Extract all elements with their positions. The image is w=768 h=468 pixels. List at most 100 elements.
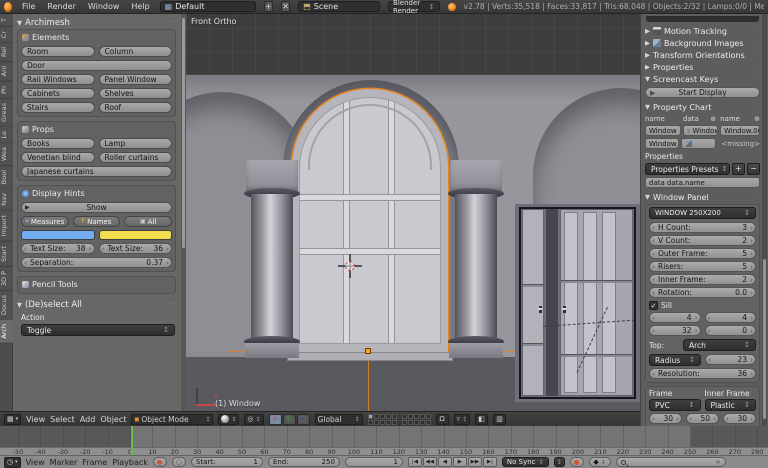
arched-window-object[interactable] (292, 89, 448, 355)
layer-cell[interactable] (414, 420, 419, 425)
menu-help[interactable]: Help (129, 2, 151, 11)
risers-field[interactable]: ‹Risers:5› (649, 261, 756, 272)
timeline-menu-view[interactable]: View (26, 458, 45, 467)
menu-window[interactable]: Window (86, 2, 122, 11)
names-color-swatch[interactable] (99, 230, 173, 240)
value-field[interactable]: ‹30› (723, 413, 756, 424)
frame-end-field[interactable]: End: 250 (268, 457, 340, 467)
play-button[interactable]: ▶ (453, 457, 467, 467)
sill-y-field[interactable]: ‹4› (705, 312, 757, 323)
layer-cell[interactable] (380, 414, 385, 419)
chart-data-field[interactable]: ▿ Window... (683, 125, 718, 136)
properties-presets-dropdown[interactable]: Properties Presets ↕ (645, 163, 730, 175)
roof-button[interactable]: Roof (99, 102, 173, 113)
timeline-ruler[interactable]: -50-40-30-20-100102030405060708090100110… (0, 426, 768, 455)
measures-toggle[interactable]: ⌗ Measures (21, 216, 69, 227)
text-size-left-field[interactable]: ‹ Text Size: 38 › (21, 243, 95, 254)
motion-tracking-panel-header[interactable]: ▶ Motion Tracking ·· (645, 25, 760, 37)
viewport-menu-select[interactable]: Select (50, 415, 75, 424)
toolshelf-tab-start[interactable]: Start (0, 242, 13, 267)
layer-cell[interactable] (374, 414, 379, 419)
start-display-button[interactable]: ▶ Start Display (645, 87, 760, 98)
chart-data-field[interactable] (681, 138, 717, 149)
column-right[interactable] (448, 160, 504, 358)
blender-logo-icon[interactable] (4, 2, 12, 12)
chart-name2-field[interactable]: Window.002 (720, 125, 760, 136)
deselect-panel-header[interactable]: ▼ (De)select All ···· (13, 298, 181, 311)
show-button[interactable]: ▶ Show (21, 202, 172, 213)
opengl-render-anim-button[interactable]: ▥ (493, 414, 506, 425)
transform-orientations-panel-header[interactable]: ▶ Transform Orientations ·· (645, 49, 760, 61)
layer-cell[interactable] (426, 414, 431, 419)
toolshelf-tab-greas[interactable]: Greas (0, 99, 13, 127)
add-preset-button[interactable]: + (732, 163, 745, 175)
text-size-right-field[interactable]: ‹ Text Size: 36 › (99, 243, 173, 254)
keying-search-field[interactable]: ✕ (616, 457, 726, 467)
snap-element-dropdown[interactable]: ▿↕ (454, 414, 471, 425)
sidebar-scrollbar[interactable] (762, 14, 767, 426)
layer-cell[interactable] (420, 420, 425, 425)
rail-windows-button[interactable]: Rail Windows (21, 74, 95, 85)
sill-checkbox[interactable]: ✓ (649, 301, 658, 310)
editor-type-button[interactable]: ▦▾ (4, 414, 21, 425)
timeline-menu-playback[interactable]: Playback (112, 458, 148, 467)
add-name-icon[interactable]: ⊕ (754, 115, 760, 123)
extra-dropdown[interactable]: ↕ (554, 457, 565, 467)
render-engine-selector[interactable]: Blender Render ↕ (388, 1, 440, 12)
layer-cell[interactable] (392, 414, 397, 419)
toolshelf-tab-arch[interactable]: Arch (0, 320, 13, 344)
toolshelf-tab-bool[interactable]: Bool (0, 166, 13, 189)
decrement-icon[interactable]: ‹ (24, 244, 27, 254)
property-path-field[interactable]: data data.name (645, 177, 760, 188)
next-keyframe-button[interactable]: ▶▶ (468, 457, 482, 467)
toolshelf-tab-wea[interactable]: Wea (0, 143, 13, 166)
remove-preset-button[interactable]: − (747, 163, 760, 175)
toolshelf-tab-nav[interactable]: Nav (0, 189, 13, 211)
layer-cell[interactable] (402, 420, 407, 425)
increment-icon[interactable]: › (89, 244, 92, 254)
layer-cell[interactable] (414, 414, 419, 419)
add-layout-button[interactable]: + (264, 1, 273, 12)
layer-cell[interactable] (426, 420, 431, 425)
properties-panel-header[interactable]: ▶ Properties ·· (645, 61, 760, 73)
property-chart-panel-header[interactable]: ▼ Property Chart ·· (645, 101, 760, 113)
toolshelf-tab-t[interactable]: T (0, 14, 13, 27)
play-reverse-button[interactable]: ◀ (438, 457, 452, 467)
layer-cell[interactable] (408, 420, 413, 425)
v-count-field[interactable]: ‹V Count:2› (649, 235, 756, 246)
top-shape-dropdown[interactable]: Arch↕ (683, 339, 756, 351)
auto-keyframe-button[interactable] (153, 457, 167, 467)
pivot-dropdown[interactable]: ◎↕ (244, 414, 263, 425)
toolshelf-tab-import[interactable]: Import (0, 211, 13, 242)
resolution-field[interactable]: ‹Resolution:36› (649, 368, 756, 379)
roller-curtains-button[interactable]: Roller curtains (99, 152, 173, 163)
window-panel-header[interactable]: ▼ Window Panel ·· (645, 191, 760, 203)
decrement-icon[interactable]: ‹ (102, 244, 105, 254)
screencast-keys-panel-header[interactable]: ▼ Screencast Keys ·· (645, 73, 760, 85)
books-button[interactable]: Books (21, 138, 95, 149)
separation-field[interactable]: ‹ Separation: 0.37 › (21, 257, 172, 268)
shelves-button[interactable]: Shelves (99, 88, 173, 99)
clear-search-icon[interactable]: ✕ (716, 459, 721, 466)
increment-icon[interactable]: › (166, 244, 169, 254)
radius-value-field[interactable]: ‹23› (705, 354, 756, 365)
all-toggle[interactable]: ▣ All (124, 216, 172, 227)
keying-set-dropdown[interactable]: ◆↕ (589, 457, 611, 467)
chart-name-field[interactable]: Window_G... (645, 138, 679, 149)
timeline-menu-marker[interactable]: Marker (50, 458, 78, 467)
jump-to-end-button[interactable]: ▶| (483, 457, 497, 467)
chart-name-field[interactable]: Window (645, 125, 681, 136)
layer-cell[interactable] (392, 420, 397, 425)
decrement-icon[interactable]: ‹ (24, 258, 27, 268)
venetian-blind-button[interactable]: Venetian blind (21, 152, 95, 163)
room-button[interactable]: Room (21, 46, 95, 57)
snap-magnet-button[interactable]: Ω (436, 414, 449, 425)
viewport-menu-object[interactable]: Object (100, 415, 126, 424)
window-preset-dropdown[interactable]: WINDOW 250X200 ↕ (649, 207, 756, 219)
scene-selector[interactable]: ⬒ Scene (298, 1, 380, 12)
lamp-button[interactable]: Lamp (99, 138, 173, 149)
toolshelf-tab-3d-p[interactable]: 3D P (0, 267, 13, 291)
menu-render[interactable]: Render (45, 2, 77, 11)
stairs-button[interactable]: Stairs (21, 102, 95, 113)
column-left[interactable] (244, 160, 300, 358)
